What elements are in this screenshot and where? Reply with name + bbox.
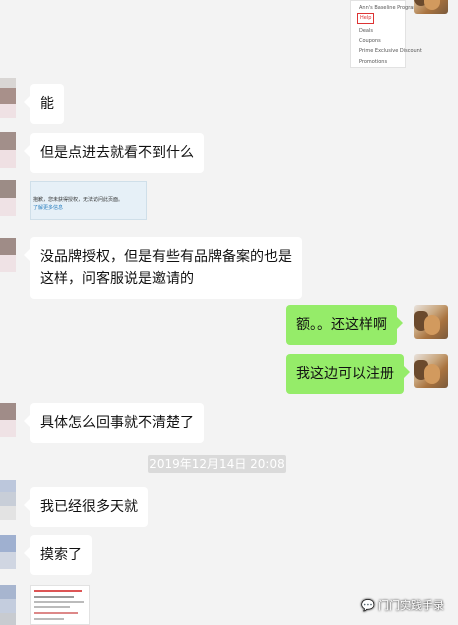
avatar[interactable] — [0, 585, 16, 625]
image-text: 抱歉，您未获得授权，无法访问此页面。 — [33, 197, 124, 203]
self-avatar[interactable] — [414, 305, 448, 339]
message-bubble-self[interactable]: 额。。还这样啊 — [286, 305, 403, 345]
image-text: Prime Exclusive Discount — [359, 48, 422, 54]
image-text: Promotions — [359, 59, 388, 65]
image-text: Coupons — [359, 38, 381, 44]
self-avatar[interactable] — [414, 0, 448, 14]
message-text: 没品牌授权，但是有些有品牌备案的也是 — [40, 249, 292, 265]
self-avatar[interactable] — [414, 354, 448, 388]
watermark: 💬 门门实践手录 — [361, 597, 444, 613]
avatar[interactable] — [0, 132, 16, 168]
message-bubble[interactable]: 摸索了 — [24, 535, 92, 575]
message-text: 这样，问客服说是邀请的 — [40, 271, 194, 287]
avatar[interactable] — [0, 180, 16, 216]
timestamp: 2019年12月14日 20:08 — [148, 455, 286, 473]
message-bubble[interactable]: 具体怎么回事就不清楚了 — [24, 403, 204, 443]
image-message[interactable] — [30, 585, 90, 625]
message-bubble[interactable]: 没品牌授权，但是有些有品牌备案的也是 这样，问客服说是邀请的 — [24, 237, 302, 299]
message-text: 我这边可以注册 — [296, 366, 394, 382]
image-text: Ann's Baseline Program — [359, 5, 419, 11]
message-text: 能 — [40, 96, 54, 112]
watermark-text: 门门实践手录 — [378, 599, 444, 612]
message-bubble[interactable]: 我已经很多天就 — [24, 487, 148, 527]
image-link: 了解更多信息 — [33, 205, 64, 211]
message-bubble[interactable]: 但是点进去就看不到什么 — [24, 133, 204, 173]
message-text: 摸索了 — [40, 547, 82, 563]
avatar[interactable] — [0, 0, 16, 120]
wechat-icon: 💬 — [361, 598, 375, 612]
image-message[interactable]: Ann's Baseline Program Help Deals Coupon… — [350, 0, 422, 68]
avatar[interactable] — [0, 480, 16, 520]
message-text: 额。。还这样啊 — [296, 317, 387, 333]
image-text: Help — [357, 13, 375, 24]
message-bubble-self[interactable]: 我这边可以注册 — [286, 354, 410, 394]
message-text: 我已经很多天就 — [40, 499, 138, 515]
message-text: 但是点进去就看不到什么 — [40, 145, 194, 161]
image-message[interactable]: 抱歉，您未获得授权，无法访问此页面。 了解更多信息 — [30, 181, 147, 220]
avatar[interactable] — [0, 535, 16, 569]
avatar[interactable] — [0, 238, 16, 272]
message-text: 具体怎么回事就不清楚了 — [40, 415, 194, 431]
avatar[interactable] — [0, 403, 16, 437]
image-text: Deals — [359, 28, 373, 34]
message-bubble[interactable]: 能 — [24, 84, 64, 124]
